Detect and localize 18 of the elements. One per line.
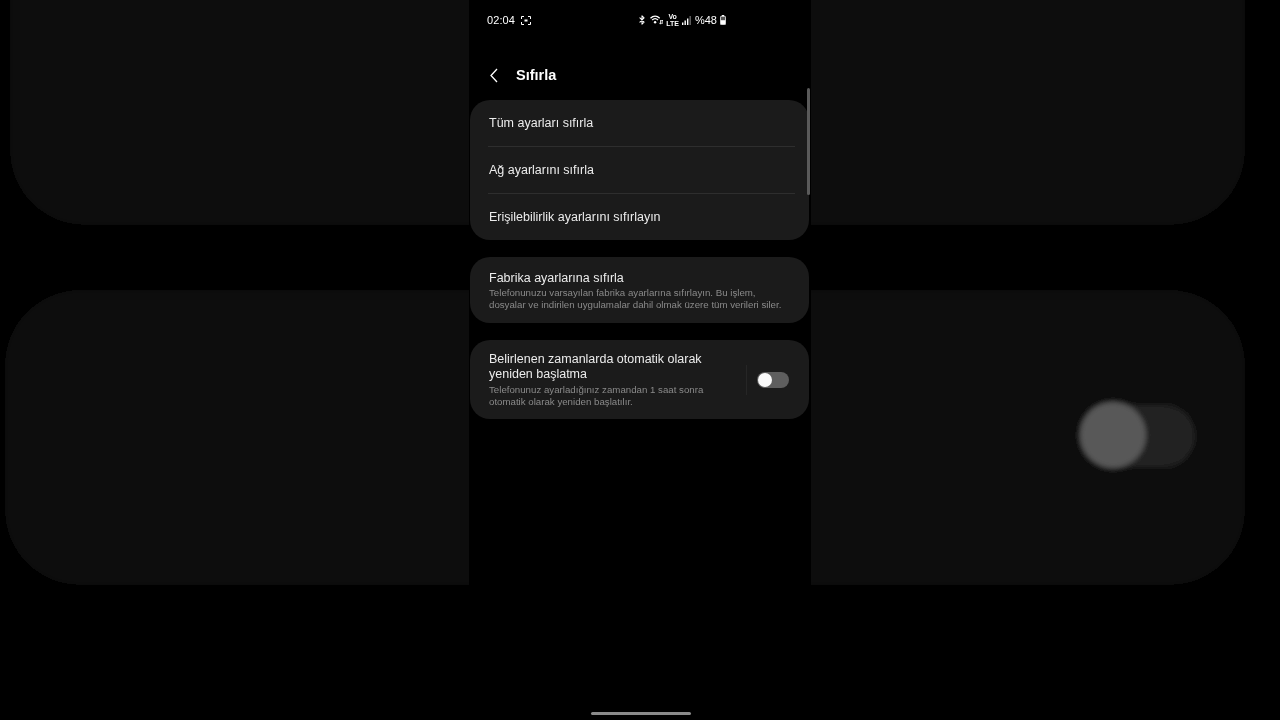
battery-icon bbox=[720, 15, 726, 25]
page-title: Sıfırla bbox=[516, 67, 557, 83]
wifi-icon bbox=[650, 15, 664, 25]
item-description: Telefonunuz ayarladığınız zamandan 1 saat sonra otomatik olarak yeniden başlatılır. bbox=[489, 384, 705, 408]
status-time: 02:04 bbox=[487, 14, 516, 26]
item-title[interactable]: Fabrika ayarlarına sıfırla bbox=[489, 270, 790, 286]
battery-percent: %48 bbox=[694, 14, 717, 26]
back-button[interactable] bbox=[489, 67, 499, 83]
menu-item[interactable]: Tüm ayarları sıfırla bbox=[470, 100, 809, 146]
item-description: Telefonunuzu varsayılan fabrika ayarlarına sıfırlayın. Bu işlem, dosyalar ve indirilen uygulamalar dahil olmak üzere tüm verileri siler. bbox=[489, 287, 783, 311]
menu-item[interactable]: Ağ ayarlarını sıfırla bbox=[470, 147, 809, 193]
back-chevron-icon bbox=[490, 67, 498, 83]
screenshot-icon bbox=[521, 15, 532, 25]
signal-icon bbox=[681, 15, 691, 25]
bluetooth-icon bbox=[637, 15, 648, 25]
menu-item[interactable]: Erişilebilirlik ayarlarını sıfırlayın bbox=[470, 194, 809, 240]
item-title[interactable]: Belirlenen zamanlarda otomatik olarak yeniden başlatma bbox=[489, 352, 729, 382]
toggle-switch[interactable] bbox=[757, 372, 789, 388]
